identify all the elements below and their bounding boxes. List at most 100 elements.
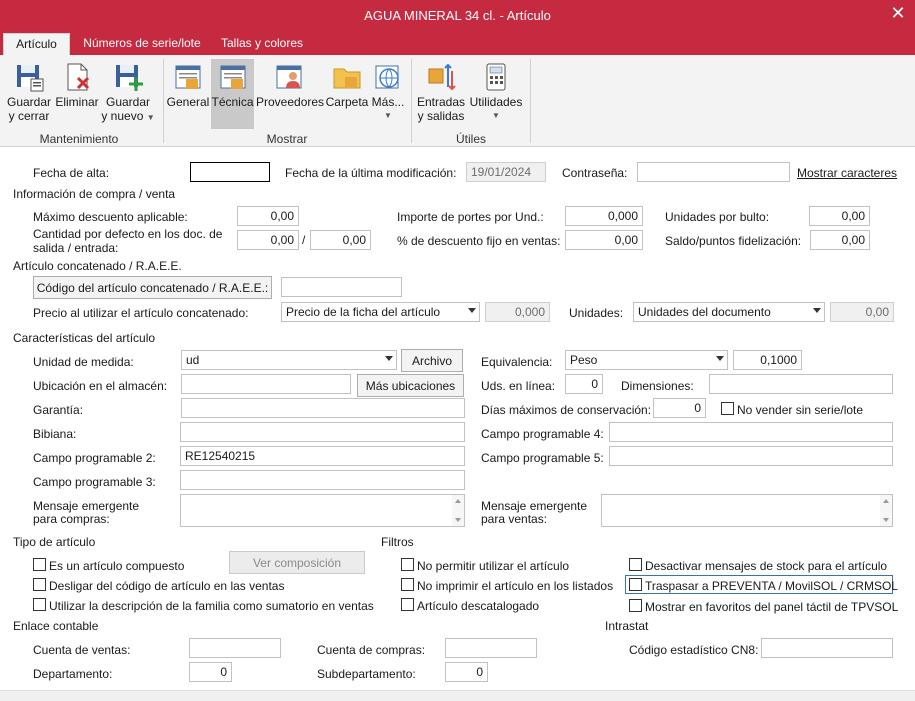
fecha-alta-input[interactable] bbox=[190, 162, 270, 182]
favoritos-label: Mostrar en favoritos del panel táctil de… bbox=[645, 600, 899, 614]
no-vender-checkbox[interactable] bbox=[721, 402, 734, 415]
mas-ubicaciones-button[interactable]: Más ubicaciones bbox=[357, 374, 464, 397]
utilities-icon bbox=[486, 63, 506, 91]
save-new-button[interactable]: Guardar y nuevo ▼ bbox=[101, 59, 155, 131]
technical-label: Técnica bbox=[211, 95, 254, 109]
no-permitir-checkbox[interactable] bbox=[401, 558, 414, 571]
max-descuento-input[interactable]: 0,00 bbox=[237, 206, 299, 226]
scrollbar[interactable] bbox=[452, 495, 464, 526]
folder-button[interactable]: Carpeta bbox=[324, 59, 370, 131]
cuenta-compras-input[interactable] bbox=[445, 638, 537, 658]
close-icon[interactable]: ✕ bbox=[889, 4, 907, 22]
dimensiones-input[interactable] bbox=[709, 374, 893, 394]
contrasena-label: Contraseña: bbox=[562, 166, 628, 180]
precio-concatenado-label: Precio al utilizar el artículo concatena… bbox=[33, 306, 249, 320]
cantidad-defecto-label2: salida / entrada: bbox=[33, 241, 119, 255]
importe-portes-label: Importe de portes por Und.: bbox=[397, 210, 544, 224]
tab-strip: Artículo Números de serie/lote Tallas y … bbox=[0, 30, 915, 55]
msg-compras-label2: para compras: bbox=[33, 512, 110, 526]
ribbon: Guardar y cerrar Eliminar Guardar y nuev… bbox=[0, 55, 915, 147]
mostrar-caracteres-link[interactable]: Mostrar caracteres bbox=[797, 166, 897, 180]
delete-button[interactable]: Eliminar bbox=[55, 59, 99, 131]
equivalencia-input[interactable]: 0,1000 bbox=[733, 350, 802, 370]
campo4-input[interactable] bbox=[609, 422, 893, 442]
compuesto-checkbox[interactable] bbox=[33, 558, 46, 571]
desc-fijo-input[interactable]: 0,00 bbox=[565, 230, 643, 250]
desactivar-stock-label: Desactivar mensajes de stock para el art… bbox=[645, 559, 888, 573]
campo2-input[interactable]: RE12540215 bbox=[180, 446, 465, 466]
descatalogado-checkbox[interactable] bbox=[401, 598, 414, 611]
desligar-checkbox[interactable] bbox=[33, 578, 46, 591]
precio-concatenado-amount: 0,000 bbox=[485, 302, 550, 322]
equivalencia-select[interactable]: Peso bbox=[565, 350, 728, 370]
codigo-concatenado-button[interactable]: Código del artículo concatenado / R.A.E.… bbox=[33, 276, 272, 299]
subdepartamento-input[interactable]: 0 bbox=[445, 662, 488, 682]
garantia-input[interactable] bbox=[181, 398, 465, 418]
scrollbar[interactable] bbox=[880, 495, 892, 526]
chevron-down-icon bbox=[385, 356, 393, 361]
cn8-label: Código estadístico CN8: bbox=[629, 643, 759, 657]
unidades-select[interactable]: Unidades del documento bbox=[633, 302, 825, 322]
msg-compras-label1: Mensaje emergente bbox=[33, 499, 140, 513]
traspasar-checkbox[interactable] bbox=[629, 578, 642, 591]
ribbon-separator bbox=[530, 59, 531, 143]
general-icon bbox=[175, 65, 201, 89]
utilities-button[interactable]: Utilidades ▼ bbox=[468, 59, 524, 131]
campo3-input[interactable] bbox=[180, 470, 465, 490]
ver-composicion-button[interactable]: Ver composición bbox=[229, 551, 365, 574]
favoritos-checkbox[interactable] bbox=[629, 599, 642, 612]
in-out-button[interactable]: Entradas y salidas bbox=[415, 59, 467, 131]
cuenta-ventas-input[interactable] bbox=[189, 638, 281, 658]
tab-numeros-serie[interactable]: Números de serie/lote bbox=[78, 33, 206, 55]
chevron-down-icon bbox=[813, 308, 821, 313]
in-out-icon bbox=[428, 63, 456, 91]
campo4-label: Campo programable 4: bbox=[481, 427, 604, 441]
bibiana-input[interactable] bbox=[180, 422, 465, 442]
save-close-label2: y cerrar bbox=[8, 109, 50, 123]
tab-tallas-colores[interactable]: Tallas y colores bbox=[216, 33, 308, 55]
folder-icon bbox=[333, 68, 361, 89]
msg-ventas-textarea[interactable] bbox=[601, 494, 893, 527]
unidades-bulto-input[interactable]: 0,00 bbox=[809, 206, 870, 226]
in-out-label1: Entradas bbox=[416, 95, 466, 109]
desactivar-stock-checkbox[interactable] bbox=[629, 558, 642, 571]
saldo-puntos-input[interactable]: 0,00 bbox=[810, 230, 870, 250]
codigo-concatenado-input[interactable] bbox=[281, 277, 402, 297]
suppliers-button[interactable]: Proveedores bbox=[256, 59, 324, 131]
precio-concatenado-select[interactable]: Precio de la ficha del artículo bbox=[281, 302, 480, 322]
cantidad-slash: / bbox=[302, 233, 306, 247]
ubicacion-input[interactable] bbox=[181, 374, 351, 394]
general-button[interactable]: General bbox=[166, 59, 210, 131]
campo3-label: Campo programable 3: bbox=[33, 475, 156, 489]
msg-compras-textarea[interactable] bbox=[180, 494, 465, 527]
cantidad-salida-input[interactable]: 0,00 bbox=[237, 230, 299, 250]
more-icon bbox=[375, 65, 399, 89]
importe-portes-input[interactable]: 0,000 bbox=[565, 206, 643, 226]
unidad-medida-select[interactable]: ud bbox=[181, 350, 397, 370]
departamento-input[interactable]: 0 bbox=[189, 662, 232, 682]
save-close-label1: Guardar bbox=[6, 95, 52, 109]
save-close-button[interactable]: Guardar y cerrar bbox=[4, 59, 54, 131]
ribbon-separator bbox=[411, 59, 412, 143]
tab-articulo[interactable]: Artículo bbox=[3, 33, 70, 55]
contrasena-input[interactable] bbox=[637, 162, 790, 182]
archivo-button[interactable]: Archivo bbox=[401, 349, 463, 372]
no-imprimir-checkbox[interactable] bbox=[401, 578, 414, 591]
cn8-input[interactable] bbox=[761, 638, 893, 658]
unidad-medida-label: Unidad de medida: bbox=[33, 355, 134, 369]
unidades-amount: 0,00 bbox=[830, 302, 894, 322]
descatalogado-label: Artículo descatalogado bbox=[417, 599, 540, 613]
more-button[interactable]: Más... ▼ bbox=[370, 59, 406, 131]
technical-button[interactable]: Técnica bbox=[211, 59, 254, 129]
dias-maximos-input[interactable]: 0 bbox=[653, 398, 706, 418]
utilizar-descripcion-checkbox[interactable] bbox=[33, 598, 46, 611]
cantidad-entrada-input[interactable]: 0,00 bbox=[310, 230, 371, 250]
chevron-down-icon bbox=[716, 356, 724, 361]
group-utiles: Útiles bbox=[455, 132, 486, 146]
campo5-input[interactable] bbox=[609, 446, 893, 466]
status-bar bbox=[0, 690, 915, 701]
uds-linea-input[interactable]: 0 bbox=[565, 374, 603, 394]
group-mantenimiento: Mantenimiento bbox=[39, 132, 119, 146]
desc-fijo-label: % de descuento fijo en ventas: bbox=[397, 234, 561, 248]
fecha-alta-label: Fecha de alta: bbox=[33, 166, 110, 180]
